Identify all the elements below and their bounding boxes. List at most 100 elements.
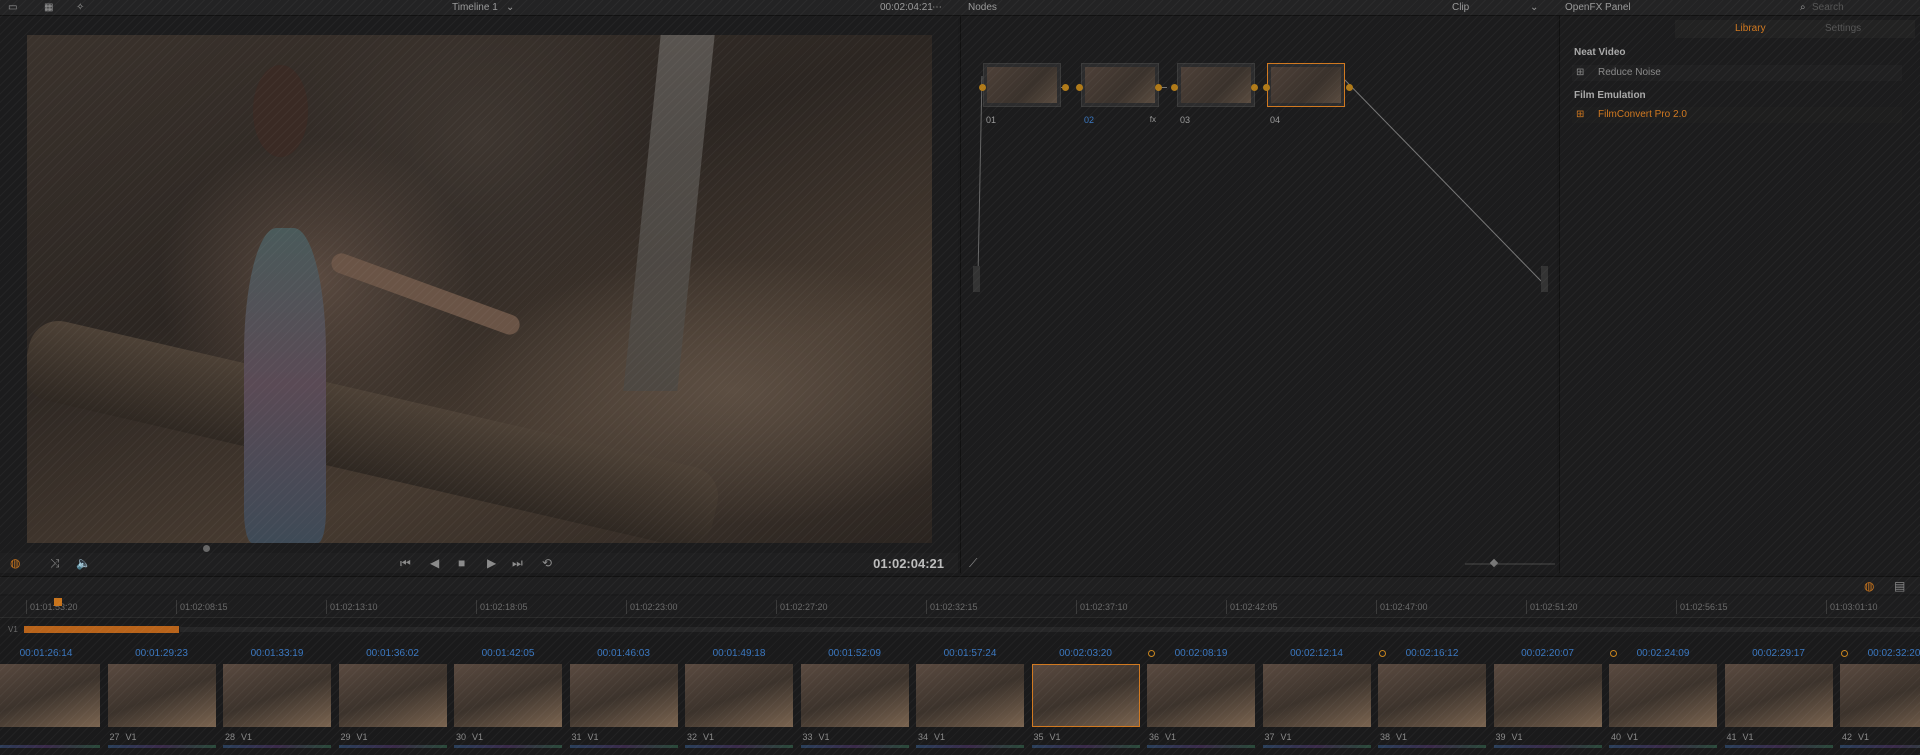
- clip-thumbnail[interactable]: 00:02:16:12 38 V1: [1376, 644, 1488, 755]
- clip-timecode: 00:01:57:24: [943, 648, 997, 659]
- ofx-item-filmconvert[interactable]: ⊞ FilmConvert Pro 2.0: [1572, 107, 1902, 123]
- resolve-fx-toggle-icon[interactable]: ◍: [1864, 579, 1874, 593]
- tab-library[interactable]: Library: [1735, 23, 1766, 34]
- clip-track: V1: [1511, 732, 1523, 742]
- clip-image: [916, 664, 1024, 727]
- clip-thumbnail[interactable]: 00:02:08:19 36 V1: [1145, 644, 1257, 755]
- node-02[interactable]: 02 fx: [1081, 63, 1159, 125]
- scrub-marker[interactable]: [203, 545, 210, 552]
- timeline-title[interactable]: Timeline 1: [452, 2, 498, 13]
- clip-timecode: 00:01:42:05: [481, 648, 535, 659]
- clip-strip: 00:01:26:14 00:01:29:23 27 V1 00:01:33:19 28 V…: [0, 644, 1920, 755]
- reverse-play-icon[interactable]: ◀: [430, 556, 439, 570]
- node-04[interactable]: 04: [1267, 63, 1345, 125]
- ofx-item-reduce-noise[interactable]: ⊞ Reduce Noise: [1572, 65, 1902, 81]
- clip-color-bar: [569, 745, 678, 748]
- clip-thumbnail[interactable]: 00:01:42:05 30 V1: [452, 644, 564, 755]
- group-film-emulation[interactable]: Film Emulation: [1574, 90, 1646, 101]
- node-input-dot[interactable]: [1263, 84, 1270, 91]
- clip-track: V1: [1627, 732, 1639, 742]
- tab-settings[interactable]: Settings: [1825, 23, 1861, 34]
- node-options-icon[interactable]: ⌄: [1530, 2, 1538, 13]
- clip-color-bar: [107, 745, 216, 748]
- clip-number: 37: [1264, 732, 1275, 742]
- node-output-dot[interactable]: [1251, 84, 1258, 91]
- resolve-fx-icon[interactable]: ◍: [10, 556, 20, 570]
- nodes-title: Nodes: [968, 2, 997, 13]
- ofx-title: OpenFX Panel: [1565, 2, 1631, 13]
- node-output-dot[interactable]: [1155, 84, 1162, 91]
- group-neat-video[interactable]: Neat Video: [1574, 47, 1626, 58]
- top-bar: ▭ ▦ ✧ Timeline 1 ⌄ 00:02:04:21 ⋯ Nodes C…: [0, 0, 1920, 16]
- clip-thumbnail[interactable]: 00:02:03:20 35 V1: [1030, 644, 1155, 755]
- node-thumbnail: [1271, 67, 1341, 103]
- node-03[interactable]: 03: [1177, 63, 1255, 125]
- clip-selector[interactable]: Clip: [1452, 2, 1469, 13]
- audio-icon[interactable]: 🔈: [76, 556, 91, 570]
- clip-thumbnail[interactable]: 00:02:32:20 42 V1: [1838, 644, 1920, 755]
- node-fx-badge: fx: [1149, 115, 1156, 124]
- track-segment[interactable]: [24, 626, 179, 633]
- timeline-options-icon[interactable]: ▤: [1894, 579, 1905, 593]
- clip-thumbnail[interactable]: 00:01:46:03 31 V1: [568, 644, 680, 755]
- clip-thumbnail[interactable]: 00:01:57:24 34 V1: [914, 644, 1026, 755]
- clip-timecode: 00:02:29:17: [1752, 648, 1805, 659]
- playhead[interactable]: [54, 598, 62, 606]
- node-01[interactable]: 01: [983, 63, 1061, 125]
- stop-icon[interactable]: ■: [458, 556, 465, 570]
- node-input-dot[interactable]: [979, 84, 986, 91]
- skip-back-icon[interactable]: ⏮: [400, 556, 411, 570]
- clip-timecode: 00:02:16:12: [1405, 648, 1459, 659]
- clip-thumbnail[interactable]: 00:02:20:07 39 V1: [1492, 644, 1617, 755]
- grid-icon[interactable]: ▦: [44, 2, 53, 13]
- ofx-item-label: FilmConvert Pro 2.0: [1598, 109, 1687, 120]
- clip-image: [454, 664, 562, 727]
- clip-number: 41: [1726, 732, 1737, 742]
- clip-track: V1: [1165, 732, 1177, 742]
- node-output-dot[interactable]: [1346, 84, 1353, 91]
- figure-dress: [244, 228, 326, 543]
- viewer-timecode-large: 01:02:04:21: [873, 556, 944, 571]
- clip-track: V1: [1858, 732, 1870, 742]
- viewer-mode-icon[interactable]: ▭: [8, 2, 17, 13]
- clip-timecode: 00:01:33:19: [250, 648, 304, 659]
- play-icon[interactable]: ▶: [487, 556, 496, 570]
- search-input[interactable]: Search: [1812, 2, 1844, 13]
- timeline-ruler[interactable]: 01:01:53:20 01:02:08:15 01:02:13:10 01:02:1…: [0, 596, 1920, 618]
- chevron-down-icon[interactable]: ⌄: [506, 2, 514, 13]
- clip-thumbnail[interactable]: 00:01:52:09 33 V1: [799, 644, 911, 755]
- viewer-panel: [0, 16, 958, 553]
- clip-thumbnail[interactable]: 00:01:33:19 28 V1: [221, 644, 333, 755]
- zoom-slider[interactable]: [1465, 563, 1555, 565]
- clip-image: [0, 664, 100, 727]
- clip-thumbnail[interactable]: 00:02:24:09 40 V1: [1607, 644, 1719, 755]
- clip-thumbnail[interactable]: 00:02:12:14 37 V1: [1261, 644, 1386, 755]
- clip-image: [338, 664, 447, 727]
- clip-thumbnail[interactable]: 00:01:36:02 29 V1: [337, 644, 449, 755]
- clip-thumbnail[interactable]: 00:01:26:14: [0, 644, 102, 755]
- eyedropper-icon[interactable]: ⟋: [969, 556, 977, 571]
- clip-timecode: 00:02:12:14: [1290, 648, 1343, 659]
- node-output-dot[interactable]: [1062, 84, 1069, 91]
- viewer-image[interactable]: [27, 35, 932, 543]
- clip-thumbnail[interactable]: 00:01:49:18 32 V1: [683, 644, 795, 755]
- skip-forward-icon[interactable]: ⏭: [512, 556, 523, 570]
- clip-timecode: 00:02:08:19: [1174, 648, 1228, 659]
- clip-track: V1: [1742, 732, 1754, 742]
- clip-number: 27: [109, 732, 120, 742]
- clip-thumbnail[interactable]: 00:02:29:17 41 V1: [1723, 644, 1848, 755]
- viewer-options-icon[interactable]: ⋯: [932, 2, 942, 13]
- ruler-tick: 01:02:13:10: [326, 600, 378, 614]
- clip-color-bar: [1031, 745, 1140, 748]
- loop-icon[interactable]: ⟲: [542, 556, 552, 570]
- node-input-dot[interactable]: [1076, 84, 1083, 91]
- ruler-tick: 01:02:47:00: [1376, 600, 1428, 614]
- clip-thumbnail[interactable]: 00:01:29:23 27 V1: [106, 644, 218, 755]
- figure-head: [253, 65, 308, 157]
- magic-wand-icon[interactable]: ✧: [76, 2, 84, 13]
- clip-track: V1: [818, 732, 830, 742]
- shuffle-icon[interactable]: ⤨: [50, 556, 60, 570]
- node-input-dot[interactable]: [1171, 84, 1178, 91]
- openfx-panel: Library Settings Neat Video ⊞ Reduce Noi…: [1559, 16, 1920, 573]
- clip-color-bar: [0, 745, 100, 748]
